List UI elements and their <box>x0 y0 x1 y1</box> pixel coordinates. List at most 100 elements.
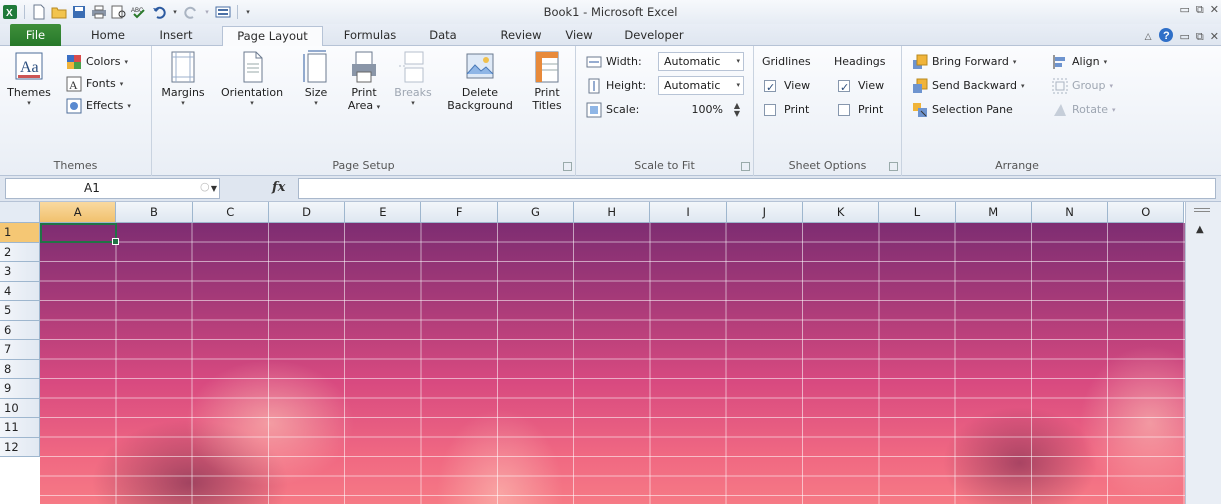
spinner-arrows-icon[interactable]: ▲ ▼ <box>734 102 740 118</box>
column-header-o[interactable]: O <box>1108 202 1185 223</box>
print-area-button[interactable]: Print Area ▾ <box>342 50 386 112</box>
row-header-9[interactable]: 9 <box>0 379 40 399</box>
vertical-scrollbar[interactable]: ▲ <box>1185 202 1221 504</box>
form-icon[interactable] <box>215 4 231 20</box>
column-header-c[interactable]: C <box>192 202 269 223</box>
customize-qat-icon[interactable]: ▾ <box>244 4 252 20</box>
chevron-down-icon: ▾ <box>27 99 31 107</box>
open-folder-icon[interactable] <box>51 4 67 20</box>
column-header-h[interactable]: H <box>574 202 651 223</box>
column-header-g[interactable]: G <box>497 202 575 223</box>
effects-button[interactable]: Effects ▾ <box>66 96 131 116</box>
chevron-down-icon[interactable]: ▼ <box>211 179 217 198</box>
tab-view[interactable]: View <box>557 26 601 46</box>
column-header-d[interactable]: D <box>268 202 346 223</box>
column-header-f[interactable]: F <box>421 202 498 223</box>
size-button[interactable]: Size ▾ <box>296 50 336 107</box>
excel-logo-icon[interactable]: X <box>2 4 18 20</box>
tab-insert[interactable]: Insert <box>150 26 202 46</box>
row-header-2[interactable]: 2 <box>0 242 40 262</box>
row-header-12[interactable]: 12 <box>0 437 40 457</box>
restore-icon[interactable]: ⧉ <box>1196 3 1204 17</box>
align-button[interactable]: Align ▾ <box>1052 52 1107 72</box>
tab-developer[interactable]: Developer <box>612 26 696 46</box>
spelling-icon[interactable]: ABC <box>131 4 147 20</box>
headings-print-checkbox[interactable]: Print <box>838 100 883 120</box>
colors-button[interactable]: Colors ▾ <box>66 52 128 72</box>
formula-input[interactable] <box>298 178 1216 199</box>
row-header-3[interactable]: 3 <box>0 262 40 282</box>
column-header-e[interactable]: E <box>345 202 422 223</box>
print-preview-icon[interactable] <box>111 4 127 20</box>
print-titles-button[interactable]: Print Titles <box>524 50 570 112</box>
breaks-icon <box>397 50 429 84</box>
workbook-minimize-icon[interactable]: ▭ <box>1180 30 1190 43</box>
save-icon[interactable] <box>71 4 87 20</box>
undo-icon[interactable] <box>151 4 167 20</box>
minimize-icon[interactable]: ▭ <box>1180 3 1190 17</box>
column-header-k[interactable]: K <box>802 202 880 223</box>
undo-dropdown-icon[interactable]: ▾ <box>171 4 179 20</box>
insert-function-icon[interactable]: fx <box>272 180 285 195</box>
tab-formulas[interactable]: Formulas <box>330 26 410 46</box>
selection-pane-button[interactable]: Selection Pane <box>912 100 1013 120</box>
send-backward-icon <box>912 78 928 94</box>
height-select[interactable]: Automatic ▾ <box>658 76 744 95</box>
cell-grid[interactable] <box>40 223 1185 504</box>
tab-review[interactable]: Review <box>492 26 550 46</box>
help-icon[interactable]: ? <box>1158 27 1174 46</box>
row-header-8[interactable]: 8 <box>0 359 40 379</box>
scroll-up-icon[interactable]: ▲ <box>1196 224 1204 235</box>
scale-spinner[interactable]: 100% ▲ ▼ <box>658 100 744 119</box>
chevron-down-icon: ▾ <box>1020 82 1025 90</box>
column-header-a[interactable]: A <box>40 202 117 223</box>
margins-button[interactable]: Margins ▾ <box>158 50 208 107</box>
gridlines-view-checkbox[interactable]: View <box>764 76 810 98</box>
column-header-j[interactable]: J <box>726 202 803 223</box>
page-setup-dialog-launcher-icon[interactable] <box>563 162 572 171</box>
row-header-1[interactable]: 1 <box>0 223 40 243</box>
row-header-11[interactable]: 11 <box>0 418 40 438</box>
headings-view-checkbox[interactable]: View <box>838 76 884 98</box>
delete-background-button[interactable]: Delete Background <box>442 50 518 112</box>
gridlines-print-checkbox[interactable]: Print <box>764 100 809 120</box>
chevron-down-icon: ▾ <box>181 99 185 107</box>
scale-to-fit-group: Width: Automatic ▾ Height: Automatic ▾ S… <box>576 46 754 176</box>
row-header-10[interactable]: 10 <box>0 398 40 418</box>
column-header-n[interactable]: N <box>1031 202 1109 223</box>
workbook-restore-icon[interactable]: ⧉ <box>1196 30 1204 44</box>
orientation-button[interactable]: Orientation ▾ <box>214 50 290 107</box>
name-box[interactable]: A1 ▼ <box>5 178 220 199</box>
delete-background-icon <box>464 50 496 84</box>
tab-data[interactable]: Data <box>418 26 468 46</box>
arrange-group: Bring Forward ▾ Send Backward ▾ Selectio… <box>902 46 1132 176</box>
print-icon[interactable] <box>91 4 107 20</box>
column-header-i[interactable]: I <box>650 202 727 223</box>
new-document-icon[interactable] <box>31 4 47 20</box>
active-cell[interactable] <box>40 223 119 245</box>
send-backward-button[interactable]: Send Backward ▾ <box>912 76 1024 96</box>
bring-forward-button[interactable]: Bring Forward ▾ <box>912 52 1016 72</box>
scale-to-fit-dialog-launcher-icon[interactable] <box>741 162 750 171</box>
tab-page-layout[interactable]: Page Layout <box>222 26 323 47</box>
column-header-m[interactable]: M <box>955 202 1032 223</box>
colors-label: Colors <box>86 55 121 68</box>
column-header-l[interactable]: L <box>879 202 956 223</box>
split-box-icon[interactable] <box>1194 208 1210 212</box>
workbook-close-icon[interactable]: ✕ <box>1210 30 1219 43</box>
column-header-b[interactable]: B <box>116 202 193 223</box>
row-header-5[interactable]: 5 <box>0 301 40 321</box>
width-select[interactable]: Automatic ▾ <box>658 52 744 71</box>
sheet-options-dialog-launcher-icon[interactable] <box>889 162 898 171</box>
fonts-button[interactable]: A Fonts ▾ <box>66 74 123 94</box>
tab-home[interactable]: Home <box>80 26 136 46</box>
row-header-7[interactable]: 7 <box>0 340 40 360</box>
close-icon[interactable]: ✕ <box>1210 3 1219 17</box>
chevron-down-icon: ▾ <box>376 103 381 111</box>
minimize-ribbon-icon[interactable]: △ <box>1145 32 1152 42</box>
themes-button[interactable]: Aa Themes ▾ <box>4 50 54 107</box>
row-header-4[interactable]: 4 <box>0 281 40 301</box>
row-header-6[interactable]: 6 <box>0 320 40 340</box>
select-all-corner[interactable] <box>0 202 40 223</box>
tab-file[interactable]: File <box>10 24 61 46</box>
